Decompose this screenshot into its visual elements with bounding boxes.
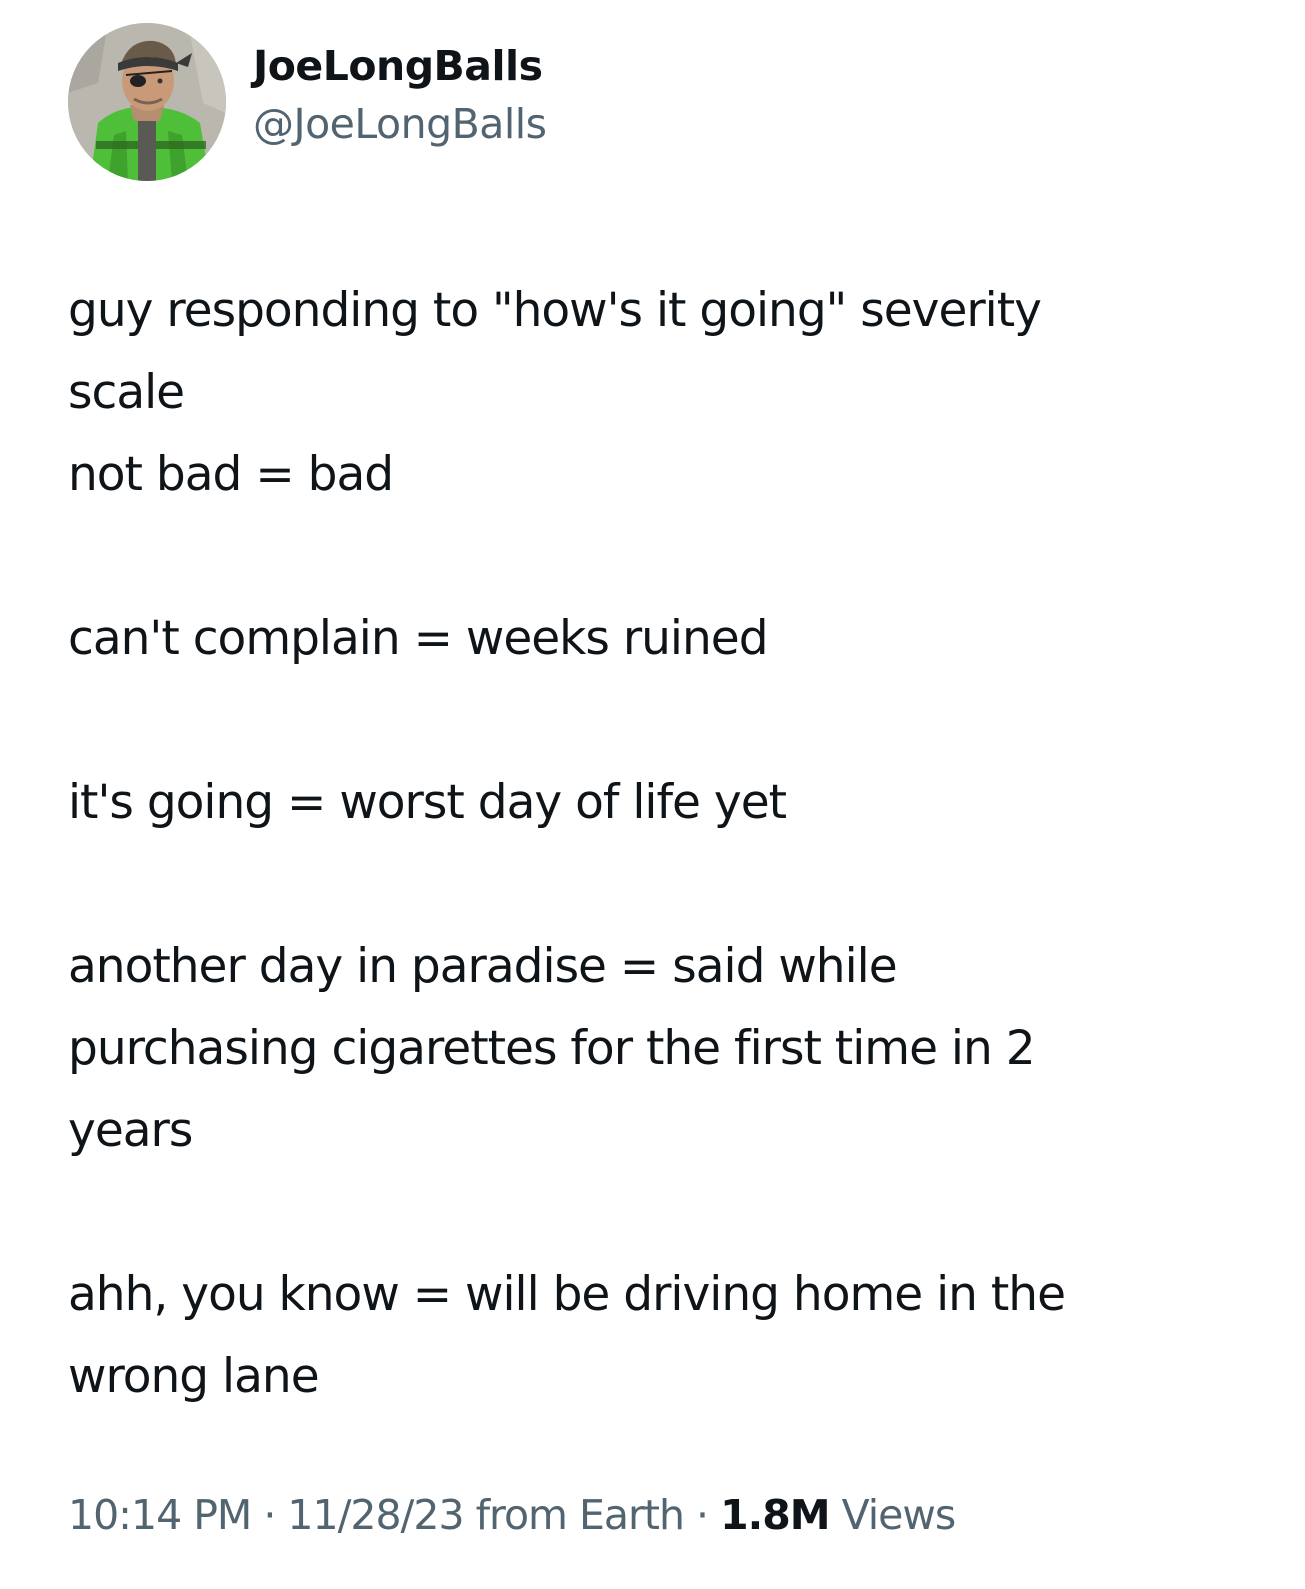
tweet-line: wrong lane — [68, 1349, 320, 1404]
views-label: Views — [829, 1491, 957, 1539]
author-display-name[interactable]: JoeLongBalls — [253, 37, 547, 95]
tweet-line: ahh, you know = will be driving home in … — [68, 1267, 1066, 1322]
tweet-line: can't complain = weeks ruined — [68, 611, 769, 666]
tweet-line: not bad = bad — [68, 447, 394, 502]
tweet-line: it's going = worst day of life yet — [68, 775, 787, 830]
tweet-card: JoeLongBalls @JoeLongBalls guy respondin… — [0, 0, 1305, 1589]
tweet-meta: 10:14 PM · 11/28/23 from Earth · 1.8M Vi… — [68, 1486, 957, 1544]
views-count: 1.8M — [720, 1491, 830, 1539]
author-names: JoeLongBalls @JoeLongBalls — [253, 37, 547, 153]
tweet-text: guy responding to "how's it going" sever… — [68, 270, 1248, 1418]
avatar[interactable] — [68, 23, 226, 181]
meta-separator: · — [683, 1491, 721, 1539]
tweet-header: JoeLongBalls @JoeLongBalls — [68, 22, 547, 182]
tweet-line: purchasing cigarettes for the first time… — [68, 1021, 1036, 1076]
author-handle[interactable]: @JoeLongBalls — [253, 95, 547, 153]
avatar-illustration-icon — [68, 23, 226, 181]
tweet-source: from Earth — [463, 1491, 685, 1539]
tweet-time[interactable]: 10:14 PM — [68, 1491, 252, 1539]
tweet-date[interactable]: 11/28/23 — [287, 1491, 464, 1539]
tweet-line: another day in paradise = said while — [68, 939, 898, 994]
meta-separator: · — [251, 1491, 288, 1539]
tweet-line: years — [68, 1103, 193, 1158]
tweet-line: scale — [68, 365, 185, 420]
tweet-line: guy responding to "how's it going" sever… — [68, 283, 1042, 338]
